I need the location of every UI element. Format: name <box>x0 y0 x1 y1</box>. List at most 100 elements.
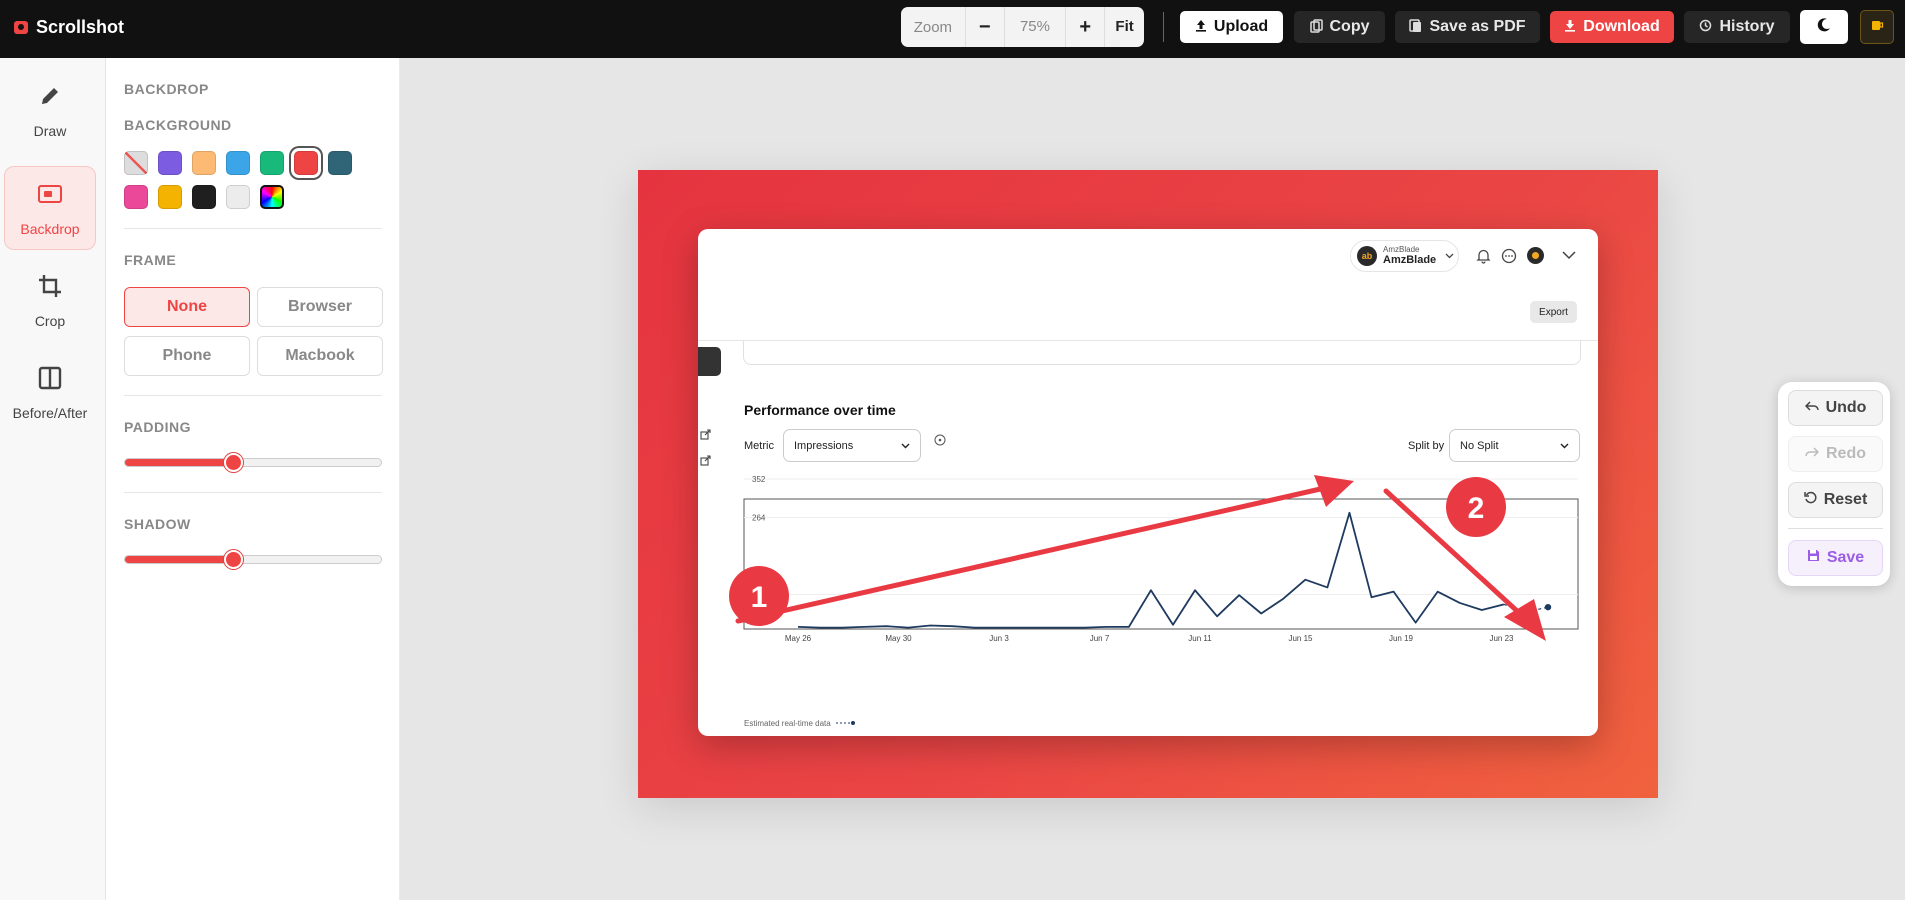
padding-slider-handle[interactable] <box>224 453 244 472</box>
app-name: Scrollshot <box>36 17 125 37</box>
padding-slider-fill <box>125 459 234 466</box>
copy-label: Copy <box>1329 18 1370 35</box>
annotation-number: 2 <box>1468 492 1485 525</box>
upload-label: Upload <box>1213 18 1269 35</box>
moon-icon <box>1816 17 1832 38</box>
coffee-icon <box>1870 18 1884 37</box>
frame-browser-button[interactable]: Browser <box>257 287 383 327</box>
swatch-color[interactable] <box>226 185 250 209</box>
zoom-out-button[interactable]: − <box>964 7 1004 47</box>
annotation-number: 1 <box>751 581 768 614</box>
panel-divider <box>124 395 382 396</box>
x-tick-label: Jun 11 <box>1188 634 1212 643</box>
zoom-in-button[interactable]: + <box>1065 7 1104 47</box>
tool-draw-label: Draw <box>33 122 67 139</box>
x-tick-label: May 26 <box>785 634 812 643</box>
x-tick-label: Jun 3 <box>989 634 1009 643</box>
history-icon <box>1699 19 1712 35</box>
swatch-color[interactable] <box>260 151 284 175</box>
shadow-slider-handle[interactable] <box>224 550 244 569</box>
zoom-value: 75% <box>1003 7 1066 47</box>
tool-crop[interactable]: Crop <box>4 258 96 342</box>
reset-label: Reset <box>1823 491 1868 508</box>
footnote-text: Estimated real-time data <box>744 719 831 728</box>
swatch-color[interactable] <box>158 151 182 175</box>
crop-icon <box>36 272 64 303</box>
copy-button[interactable]: Copy <box>1294 11 1385 43</box>
backdrop-icon <box>36 180 64 211</box>
theme-toggle-button[interactable] <box>1800 10 1848 44</box>
toolbar-divider <box>1163 12 1164 42</box>
frame-phone-button[interactable]: Phone <box>124 336 250 376</box>
reset-icon <box>1803 491 1817 509</box>
estimated-point <box>1544 603 1552 611</box>
save-pdf-label: Save as PDF <box>1429 18 1526 35</box>
camera-icon <box>14 21 28 34</box>
x-tick-label: Jun 19 <box>1389 634 1414 643</box>
backdrop-panel: BACKDROP BACKGROUND FRAME None Browser P… <box>106 58 400 900</box>
history-divider <box>1788 528 1883 529</box>
frame-macbook-button[interactable]: Macbook <box>257 336 383 376</box>
background-heading: BACKGROUND <box>124 117 232 133</box>
support-button[interactable] <box>1860 10 1894 44</box>
undo-icon <box>1804 399 1819 417</box>
dotted-legend-icon <box>835 719 856 728</box>
swatch-color[interactable] <box>294 151 318 175</box>
undo-label: Undo <box>1825 399 1867 416</box>
tool-backdrop[interactable]: Backdrop <box>4 166 96 250</box>
performance-chart: 88264352May 26May 30Jun 3Jun 7Jun 11Jun … <box>729 475 1579 643</box>
download-label: Download <box>1583 18 1660 35</box>
save-label: Save <box>1826 549 1865 566</box>
swatch-color[interactable] <box>192 185 216 209</box>
swatch-none[interactable] <box>124 151 148 175</box>
tool-crop-label: Crop <box>34 312 66 329</box>
tool-before-after-label: Before/After <box>12 404 88 421</box>
app-brand: Scrollshot <box>14 17 124 38</box>
tool-backdrop-label: Backdrop <box>20 220 80 237</box>
panel-divider <box>124 228 382 229</box>
history-pill: Undo Redo Reset Save <box>1778 382 1890 586</box>
swatch-color[interactable] <box>328 151 352 175</box>
copy-icon <box>1309 18 1323 36</box>
save-button[interactable]: Save <box>1788 540 1883 576</box>
download-button[interactable]: Download <box>1550 11 1674 43</box>
zoom-control: Zoom − 75% + Fit <box>901 7 1144 47</box>
history-label: History <box>1719 18 1775 35</box>
fit-button[interactable]: Fit <box>1104 7 1144 47</box>
padding-slider[interactable] <box>124 453 382 472</box>
save-pdf-button[interactable]: Save as PDF <box>1395 11 1540 43</box>
pdf-icon <box>1409 18 1422 36</box>
redo-icon <box>1805 445 1820 463</box>
redo-button[interactable]: Redo <box>1788 436 1883 472</box>
padding-heading: PADDING <box>124 419 192 435</box>
annotation-arrowhead <box>1314 475 1354 507</box>
y-tick-label: 264 <box>752 514 766 523</box>
swatch-color[interactable] <box>124 185 148 209</box>
x-tick-label: Jun 23 <box>1489 634 1514 643</box>
undo-button[interactable]: Undo <box>1788 390 1883 426</box>
swatch-color[interactable] <box>158 185 182 209</box>
x-tick-label: Jun 15 <box>1288 634 1313 643</box>
tool-rail: Draw Backdrop Crop Before/After <box>0 58 106 900</box>
tool-draw[interactable]: Draw <box>4 68 96 152</box>
panel-divider <box>124 492 382 493</box>
swatch-color[interactable] <box>226 151 250 175</box>
footnote: Estimated real-time data <box>744 719 856 728</box>
frame-none-button[interactable]: None <box>124 287 250 327</box>
screenshot-preview: ab AmzBlade AmzBlade Export Performance <box>698 229 1598 736</box>
shadow-slider[interactable] <box>124 550 382 569</box>
swatch-color[interactable] <box>192 151 216 175</box>
download-icon <box>1564 19 1576 35</box>
history-button[interactable]: History <box>1684 11 1790 43</box>
top-bar: Scrollshot Zoom − 75% + Fit Upload Copy <box>0 0 1905 58</box>
swatch-custom-color[interactable] <box>260 185 284 209</box>
reset-button[interactable]: Reset <box>1788 482 1883 518</box>
split-view-icon <box>36 364 64 395</box>
tool-before-after[interactable]: Before/After <box>4 350 96 434</box>
shadow-heading: SHADOW <box>124 516 191 532</box>
x-tick-label: May 30 <box>885 634 912 643</box>
save-icon <box>1807 549 1820 567</box>
y-tick-label: 352 <box>752 475 766 484</box>
frame-heading: FRAME <box>124 252 177 268</box>
upload-button[interactable]: Upload <box>1180 11 1283 43</box>
